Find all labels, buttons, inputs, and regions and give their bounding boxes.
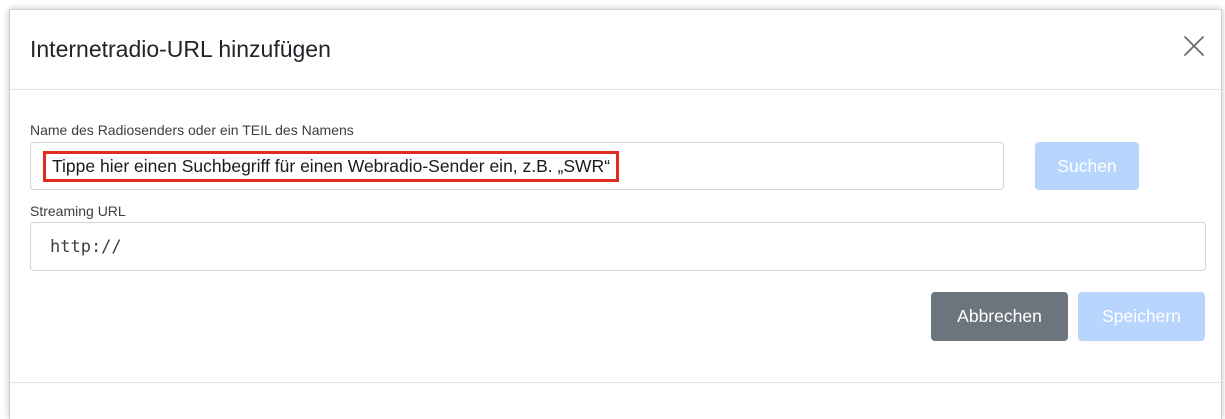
station-name-placeholder: Tippe hier einen Suchbegriff für einen W… — [43, 151, 620, 182]
station-name-input[interactable]: Tippe hier einen Suchbegriff für einen W… — [30, 142, 1004, 190]
station-name-label: Name des Radiosenders oder ein TEIL des … — [30, 122, 354, 138]
dialog-header: Internetradio-URL hinzufügen — [10, 10, 1221, 90]
save-button[interactable]: Speichern — [1078, 292, 1205, 341]
add-radio-url-dialog: Internetradio-URL hinzufügen Name des Ra… — [9, 9, 1222, 419]
streaming-url-value: http:// — [50, 237, 122, 257]
dialog-footer-divider — [10, 382, 1221, 383]
streaming-url-label: Streaming URL — [30, 203, 126, 219]
cancel-button[interactable]: Abbrechen — [931, 292, 1068, 341]
close-button[interactable] — [1183, 35, 1205, 57]
dialog-title: Internetradio-URL hinzufügen — [30, 36, 331, 62]
streaming-url-input[interactable]: http:// — [30, 222, 1206, 271]
close-icon — [1184, 36, 1204, 56]
search-button[interactable]: Suchen — [1035, 142, 1139, 190]
